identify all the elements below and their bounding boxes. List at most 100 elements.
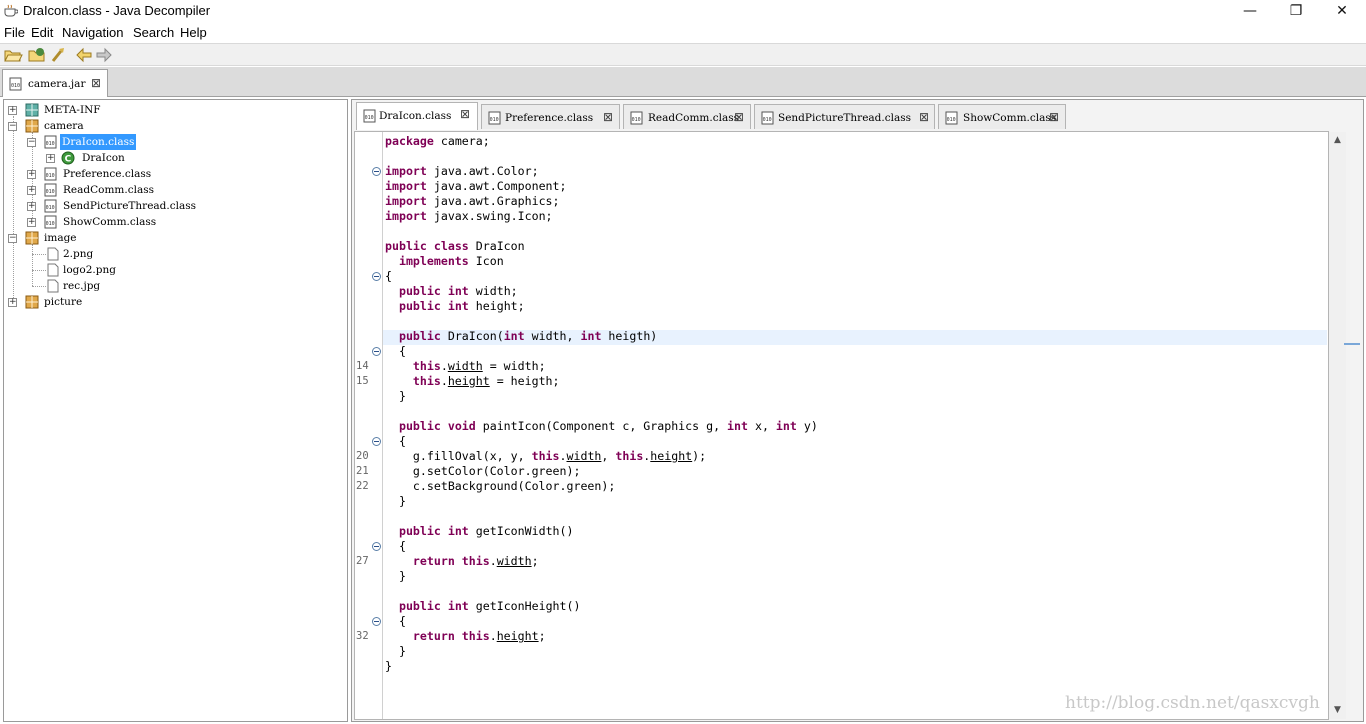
menu-help[interactable]: Help	[180, 25, 207, 40]
watermark: http://blog.csdn.net/qasxcvgh	[1065, 693, 1320, 713]
class-file-icon: 010	[44, 199, 57, 213]
expand-icon[interactable]: +	[27, 170, 36, 179]
tree-item-label: ShowComm.class	[63, 216, 157, 228]
menu-navigation[interactable]: Navigation	[62, 25, 123, 40]
maximize-button[interactable]: ❐	[1273, 0, 1319, 22]
code-line: g.setColor(Color.green);	[385, 464, 581, 478]
svg-text:010: 010	[763, 117, 772, 123]
close-tab-icon[interactable]: ⊠	[919, 110, 929, 124]
close-button[interactable]: ✕	[1319, 0, 1365, 22]
tree-item-label: Preference.class	[63, 168, 152, 180]
tab-preference-class[interactable]: 010 Preference.class ⊠	[481, 104, 620, 129]
class-file-icon: 010	[44, 215, 57, 229]
code-line: {	[385, 344, 406, 358]
class-file-icon: 010	[44, 183, 57, 197]
code-line: package camera;	[385, 134, 490, 148]
tab-showcomm-class[interactable]: 010 ShowComm.class ⊠	[938, 104, 1066, 129]
code-line: }	[385, 494, 406, 508]
tab-readcomm-class[interactable]: 010 ReadComm.class ⊠	[623, 104, 751, 129]
tree-item-label: logo2.png	[63, 264, 116, 276]
code-line: {	[385, 269, 392, 283]
jar-file-icon: 010	[9, 77, 22, 91]
expand-icon[interactable]: +	[27, 186, 36, 195]
toolbar	[0, 43, 1366, 66]
close-tab-icon[interactable]: ⊠	[734, 110, 744, 124]
tab-camera-jar[interactable]: 010 camera.jar ⊠	[2, 69, 108, 97]
tree-item-label: DraIcon	[82, 152, 125, 164]
close-tab-icon[interactable]: ⊠	[1049, 110, 1059, 124]
code-line: this.width = width;	[412, 359, 546, 373]
svg-text:010: 010	[632, 117, 641, 123]
tab-label: ReadComm.class	[648, 112, 739, 124]
code-line: }	[385, 569, 406, 583]
tree-item-label: 2.png	[63, 248, 94, 260]
close-tab-icon[interactable]: ⊠	[603, 110, 613, 124]
minimize-button[interactable]: —	[1227, 0, 1273, 22]
tab-draicon-class[interactable]: 010 DraIcon.class ⊠	[356, 102, 478, 130]
file-icon	[47, 247, 59, 261]
scroll-up-icon[interactable]: ▲	[1329, 132, 1346, 149]
line-number: 22	[356, 480, 369, 492]
tree-item-label: camera	[44, 120, 84, 132]
menu-file[interactable]: File	[4, 25, 25, 40]
tree-item-label: ReadComm.class	[63, 184, 154, 196]
expand-icon[interactable]: +	[27, 218, 36, 227]
package-icon	[25, 295, 39, 309]
tree-item-label: SendPictureThread.class	[63, 200, 197, 212]
tree-item-label: DraIcon.class	[60, 134, 137, 150]
open-file-icon[interactable]	[3, 46, 23, 64]
code-line: implements Icon	[398, 254, 504, 268]
code-line: public int getIconWidth()	[398, 524, 574, 538]
tab-sendpicturethread-class[interactable]: 010 SendPictureThread.class ⊠	[754, 104, 935, 129]
code-line: import java.awt.Color;	[385, 164, 539, 178]
fold-collapse-icon[interactable]	[372, 617, 381, 626]
expand-icon[interactable]: +	[8, 298, 17, 307]
open-type-icon[interactable]	[27, 46, 47, 64]
open-type-hierarchy-icon[interactable]	[49, 46, 69, 64]
fold-collapse-icon[interactable]	[372, 542, 381, 551]
expand-icon[interactable]: +	[46, 154, 55, 163]
menu-edit[interactable]: Edit	[31, 25, 53, 40]
tab-label: Preference.class	[505, 112, 594, 124]
code-line: public void paintIcon(Component c, Graph…	[398, 419, 818, 433]
tree-connector	[32, 244, 33, 286]
tab-label: SendPictureThread.class	[778, 112, 912, 124]
class-file-icon: 010	[44, 167, 57, 181]
svg-text:010: 010	[46, 221, 55, 227]
code-line: public int height;	[398, 299, 525, 313]
code-line: }	[385, 659, 392, 673]
scroll-down-icon[interactable]: ▼	[1329, 702, 1346, 719]
menu-bar: File Edit Navigation Search Help	[0, 23, 1366, 42]
tree-connector	[32, 254, 46, 255]
package-icon	[25, 231, 39, 245]
class-icon: C	[61, 151, 75, 165]
tree-item-label: picture	[44, 296, 83, 308]
folder-package-icon	[25, 103, 39, 117]
fold-collapse-icon[interactable]	[372, 347, 381, 356]
code-line: {	[385, 539, 406, 553]
package-icon	[25, 119, 39, 133]
expand-icon[interactable]: +	[27, 202, 36, 211]
svg-text:010: 010	[46, 141, 55, 147]
svg-text:010: 010	[46, 205, 55, 211]
class-file-icon: 010	[44, 135, 57, 149]
forward-icon[interactable]	[94, 46, 114, 64]
collapse-icon[interactable]: −	[8, 122, 17, 131]
fold-collapse-icon[interactable]	[372, 272, 381, 281]
svg-text:010: 010	[11, 83, 20, 89]
svg-text:010: 010	[365, 115, 374, 121]
code-line: import java.awt.Graphics;	[385, 194, 560, 208]
close-tab-icon[interactable]: ⊠	[460, 107, 470, 121]
fold-collapse-icon[interactable]	[372, 437, 381, 446]
collapse-icon[interactable]: −	[27, 138, 36, 147]
line-number: 21	[356, 465, 369, 477]
menu-search[interactable]: Search	[133, 25, 174, 40]
back-icon[interactable]	[74, 46, 94, 64]
collapse-icon[interactable]: −	[8, 234, 17, 243]
expand-icon[interactable]: +	[8, 106, 17, 115]
class-file-icon: 010	[945, 111, 958, 125]
title-bar: DraIcon.class - Java Decompiler — ❐ ✕	[0, 0, 1366, 22]
close-tab-icon[interactable]: ⊠	[91, 76, 101, 90]
fold-collapse-icon[interactable]	[372, 167, 381, 176]
vertical-scrollbar[interactable]: ▲ ▼	[1329, 132, 1346, 719]
